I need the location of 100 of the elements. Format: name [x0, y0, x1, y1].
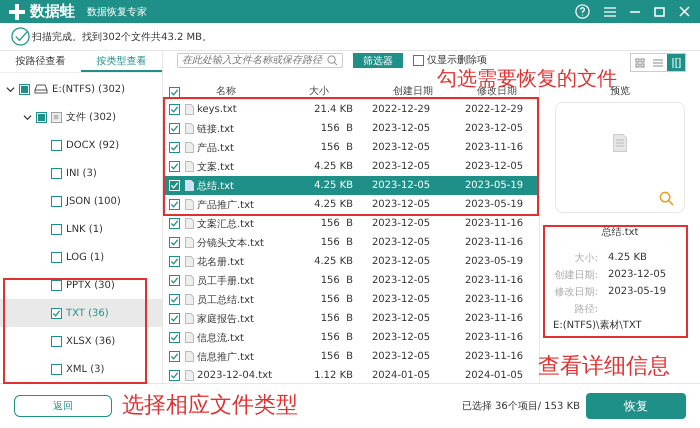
back-button[interactable]: 返回	[14, 395, 112, 417]
tree-label: DOCX (92)	[66, 140, 120, 150]
magnifier-icon[interactable]	[659, 191, 674, 206]
chevron-icon[interactable]	[6, 84, 15, 94]
tree-item[interactable]: LOG (1)	[0, 243, 162, 271]
checkbox[interactable]	[168, 237, 180, 248]
field-value: 4.25 KB	[608, 252, 647, 263]
checkbox[interactable]	[51, 308, 62, 318]
checkbox[interactable]	[51, 140, 62, 150]
recover-button[interactable]: 恢复	[586, 393, 686, 419]
checkbox[interactable]	[51, 196, 62, 206]
menu-icon[interactable]	[604, 6, 616, 18]
checkbox[interactable]	[413, 54, 424, 66]
view-tab[interactable]: 按路径查看	[0, 51, 81, 72]
checkbox[interactable]	[51, 280, 62, 290]
file-row[interactable]: 分镜头文本.txt 156 B 2023-12-05 2023-11-16	[163, 233, 539, 252]
file-row[interactable]: 文案.txt 4.25 KB 2023-12-05 2023-12-05	[163, 157, 539, 176]
checkbox[interactable]	[168, 161, 180, 172]
file-name: 链接.txt	[197, 122, 235, 136]
file-name: 花名册.txt	[197, 256, 245, 268]
file-icon	[185, 275, 194, 286]
checkbox[interactable]	[51, 336, 62, 346]
file-row[interactable]: 产品.txt 156 B 2023-12-05 2023-11-16	[163, 138, 539, 157]
file-row[interactable]: 花名册.txt 4.25 KB 2023-12-05 2023-05-19	[163, 252, 539, 271]
file-row[interactable]: 链接.txt 156 B 2023-12-05 2023-12-05	[163, 119, 539, 138]
tree-item[interactable]: XML (3)	[0, 355, 162, 383]
file-row[interactable]: keys.txt 21.4 KB 2022-12-29 2022-12-29	[163, 100, 539, 119]
file-row[interactable]: 产品推广.txt 4.25 KB 2023-12-05 2023-05-19	[163, 195, 539, 214]
app-name: 数据蛙	[30, 2, 75, 21]
checkbox[interactable]	[168, 275, 180, 286]
checkbox[interactable]	[168, 351, 180, 362]
file-row[interactable]: 家庭报告.txt 156 B 2023-12-05 2023-11-16	[163, 309, 539, 328]
file-size: 156 B	[320, 313, 353, 324]
tree-item[interactable]: LNK (1)	[0, 215, 162, 243]
column-header[interactable]: 大小	[269, 84, 369, 98]
chevron-icon[interactable]	[23, 112, 32, 122]
tree-item[interactable]: DOCX (92)	[0, 131, 162, 159]
file-icon	[185, 256, 194, 267]
file-icon	[185, 218, 194, 229]
filter-button[interactable]: 筛选器	[353, 53, 403, 68]
maximize-icon[interactable]	[654, 6, 665, 16]
view-tab[interactable]: 按类型查看	[81, 51, 162, 72]
field-label: 创建日期:	[554, 268, 598, 282]
modified-date: 2024-01-05	[464, 370, 524, 381]
checkbox[interactable]	[168, 294, 180, 305]
tree-item[interactable]: JSON (100)	[0, 187, 162, 215]
tree-item[interactable]: INI (3)	[0, 159, 162, 187]
checkbox[interactable]	[168, 370, 180, 381]
file-name: 总结.txt	[197, 180, 235, 192]
file-row[interactable]: 信息流.txt 156 B 2023-12-05 2023-11-16	[163, 328, 539, 347]
tree-item[interactable]: XLSX (36)	[0, 327, 162, 355]
modified-date: 2023-11-16	[464, 332, 524, 343]
close-icon[interactable]	[679, 6, 690, 17]
file-icon	[185, 351, 194, 362]
checkbox[interactable]	[51, 364, 62, 374]
tree-item[interactable]: PPTX (30)	[0, 271, 162, 299]
tree-label: PPTX (30)	[66, 280, 115, 290]
modified-date: 2023-05-19	[464, 180, 524, 191]
field-label: 修改日期:	[554, 286, 598, 298]
checkbox[interactable]	[51, 168, 62, 178]
checkbox[interactable]	[168, 87, 180, 98]
checkbox[interactable]	[168, 218, 180, 229]
file-size: 4.25 KB	[313, 256, 353, 267]
file-size: 4.25 KB	[313, 161, 353, 172]
file-row[interactable]: 2023-12-04.txt 1.12 KB 2024-01-05 2024-01-05	[163, 366, 539, 385]
checkbox[interactable]	[19, 84, 30, 94]
tree-label: INI (3)	[66, 168, 97, 178]
checkbox[interactable]	[51, 252, 62, 262]
file-name: 员工手册.txt	[197, 274, 255, 288]
checkbox[interactable]	[36, 112, 47, 122]
help-icon[interactable]	[575, 4, 590, 19]
checkbox[interactable]	[168, 256, 180, 267]
file-row[interactable]: 总结.txt 4.25 KB 2023-12-05 2023-05-19	[163, 176, 539, 195]
checkbox[interactable]	[168, 332, 180, 343]
file-row[interactable]: 信息推广.txt 156 B 2023-12-05 2023-11-16	[163, 347, 539, 366]
file-name: 总结.txt	[600, 226, 640, 239]
checkbox[interactable]	[51, 224, 62, 234]
checkbox[interactable]	[168, 313, 180, 324]
file-icon	[185, 142, 194, 153]
search-icon	[327, 55, 338, 66]
file-row[interactable]: 员工手册.txt 156 B 2023-12-05 2023-11-16	[163, 271, 539, 290]
checkbox[interactable]	[168, 199, 180, 210]
checkbox[interactable]	[168, 123, 180, 134]
file-icon	[185, 123, 194, 134]
file-row[interactable]: 员工总结.txt 156 B 2023-12-05 2023-11-16	[163, 290, 539, 309]
file-icon	[185, 180, 194, 191]
columns-view-icon[interactable]	[667, 54, 685, 71]
file-size: 156 B	[320, 275, 353, 286]
file-name: 分镜头文本.txt	[197, 236, 265, 250]
checkbox[interactable]	[168, 142, 180, 153]
file-size: 4.25 KB	[313, 180, 353, 191]
file-size: 156 B	[320, 142, 353, 153]
checkbox[interactable]	[168, 104, 180, 115]
tree-item[interactable]: E:(NTFS) (302)	[0, 75, 162, 103]
file-size: 156 B	[320, 351, 353, 362]
plus-logo-icon	[8, 2, 26, 20]
column-header[interactable]: 名称	[183, 84, 269, 98]
file-icon	[185, 237, 194, 248]
file-row[interactable]: 文案汇总.txt 156 B 2023-12-05 2023-11-16	[163, 214, 539, 233]
tree-item[interactable]: 文件 (302)	[0, 103, 162, 131]
